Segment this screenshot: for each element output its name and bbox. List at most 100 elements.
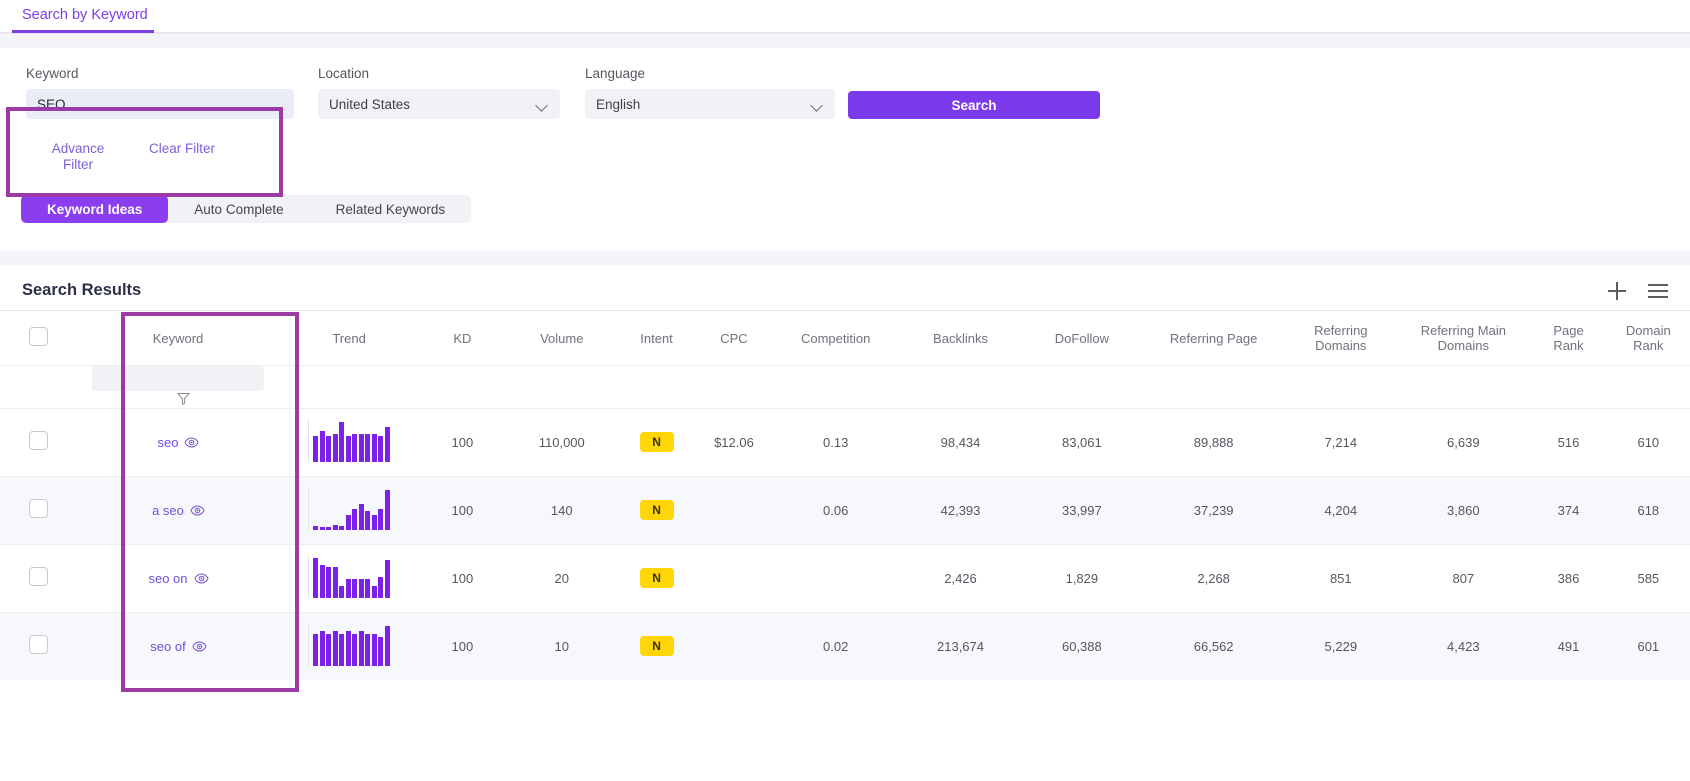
search-panel: Keyword SEO Location United States Langu…: [0, 48, 1690, 237]
header-keyword[interactable]: Keyword: [76, 311, 279, 366]
filter-links: Advance Filter Clear Filter: [0, 119, 1690, 173]
header-domain-rank[interactable]: Domain Rank: [1607, 311, 1690, 366]
header-page-rank-line1: Page: [1553, 323, 1584, 338]
keyword-link[interactable]: seo: [157, 434, 200, 450]
cell-competition: [772, 544, 899, 612]
header-kd[interactable]: KD: [418, 311, 506, 366]
results-header-actions: [1608, 281, 1668, 300]
cell-page-rank: 374: [1557, 502, 1580, 518]
header-intent[interactable]: Intent: [617, 311, 696, 366]
cell-keyword: seo of: [76, 612, 279, 680]
header-referring-main-domains[interactable]: Referring Main Domains: [1396, 311, 1530, 366]
cell-page-rank: 516: [1557, 434, 1580, 450]
cell-cpc: [696, 476, 772, 544]
cell-referring-domains: 5,229: [1324, 638, 1358, 654]
language-select[interactable]: English: [585, 89, 835, 119]
cell-referring-main-domains: 6,639: [1447, 434, 1480, 450]
location-select-value: United States: [329, 96, 411, 112]
keyword-field-group: Keyword SEO: [26, 66, 294, 119]
results-table: Keyword Trend KD Volume Intent CPC Compe…: [0, 311, 1690, 681]
header-page-rank[interactable]: Page Rank: [1530, 311, 1606, 366]
row-checkbox[interactable]: [28, 499, 48, 519]
keyword-input[interactable]: SEO: [26, 89, 294, 119]
advance-filter-link[interactable]: Advance Filter: [47, 141, 109, 173]
header-referring-domains-line2: Domains: [1315, 338, 1367, 353]
keyword-link[interactable]: seo on: [148, 571, 209, 586]
header-trend[interactable]: Trend: [280, 311, 419, 366]
header-referring-page[interactable]: Referring Page: [1142, 311, 1285, 366]
cell-backlinks: 213,674: [937, 638, 984, 654]
intent-badge: N: [639, 432, 674, 453]
tab-related-keywords[interactable]: Related Keywords: [310, 195, 472, 223]
eye-icon[interactable]: [184, 437, 200, 448]
cell-kd: 100: [451, 570, 474, 586]
tab-auto-complete[interactable]: Auto Complete: [168, 195, 309, 223]
cell-referring-page: 66,562: [1193, 638, 1234, 654]
cell-referring-page: 89,888: [1193, 434, 1234, 450]
cell-cpc: [696, 544, 772, 612]
cell-keyword: seo on: [76, 544, 279, 612]
cell-kd: 100: [451, 502, 474, 518]
tab-search-by-keyword[interactable]: Search by Keyword: [12, 0, 162, 33]
search-button[interactable]: Search: [848, 91, 1100, 119]
keyword-text: a seo: [152, 502, 184, 518]
table-row[interactable]: seo 100 110,000 N $12.06 0.13 98,434 83,061 89,8…: [0, 408, 1690, 476]
table-header-row: Keyword Trend KD Volume Intent CPC Compe…: [0, 311, 1690, 366]
header-volume[interactable]: Volume: [506, 311, 617, 366]
location-select[interactable]: United States: [318, 89, 560, 119]
header-referring-main-domains-line2: Domains: [1437, 338, 1489, 353]
cell-dofollow: 1,829: [1065, 570, 1099, 586]
table-row[interactable]: seo of 100 10 N 0.02 213,674 60,388 66,562 5,229…: [0, 612, 1690, 681]
keyword-input-value: SEO: [37, 96, 66, 112]
filter-cell-empty: [0, 366, 76, 409]
cell-kd: 100: [451, 434, 474, 450]
header-referring-domains[interactable]: Referring Domains: [1285, 311, 1396, 366]
column-filter-row: [0, 365, 1690, 409]
cell-referring-domains: 4,204: [1324, 502, 1358, 518]
top-spacer: [0, 34, 1690, 48]
cell-domain-rank: 610: [1637, 434, 1660, 450]
keyword-link[interactable]: a seo: [152, 502, 205, 518]
cell-volume: 10: [554, 638, 569, 654]
header-competition[interactable]: Competition: [772, 311, 899, 366]
keyword-filter-input[interactable]: [92, 366, 264, 391]
keyword-link[interactable]: seo of: [150, 639, 207, 654]
cell-competition: 0.06: [823, 502, 849, 518]
eye-icon[interactable]: [192, 641, 207, 652]
row-checkbox[interactable]: [28, 567, 48, 587]
table-row[interactable]: a seo 100 140 N 0.06 42,393 33,997 37,239 4,204 3…: [0, 476, 1690, 545]
cell-domain-rank: 618: [1637, 502, 1660, 518]
cell-domain-rank: 585: [1637, 570, 1660, 586]
top-tabstrip: Search by Keyword: [0, 0, 1690, 34]
keyword-text: seo: [157, 434, 179, 450]
location-label: Location: [318, 66, 370, 81]
trend-sparkline: [308, 555, 390, 598]
eye-icon[interactable]: [193, 573, 209, 584]
add-icon[interactable]: [1608, 281, 1626, 300]
tab-search-by-keyword-label: Search by Keyword: [22, 7, 148, 23]
intent-badge: N: [639, 500, 674, 521]
clear-filter-link[interactable]: Clear Filter: [149, 141, 215, 173]
trend-sparkline: [308, 487, 390, 530]
cell-referring-main-domains: 807: [1452, 570, 1475, 586]
intent-badge: N: [639, 568, 674, 589]
page-title: Search Results: [22, 281, 142, 299]
header-cpc[interactable]: CPC: [696, 311, 772, 366]
header-page-rank-line2: Rank: [1553, 338, 1584, 353]
header-backlinks[interactable]: Backlinks: [899, 311, 1022, 366]
header-dofollow[interactable]: DoFollow: [1022, 311, 1142, 366]
select-all-checkbox[interactable]: [28, 327, 48, 346]
cell-referring-main-domains: 3,860: [1447, 502, 1480, 518]
tab-keyword-ideas[interactable]: Keyword Ideas: [21, 195, 169, 223]
funnel-icon[interactable]: [176, 392, 190, 408]
cell-referring-domains: 7,214: [1324, 434, 1358, 450]
intent-badge: N: [639, 636, 674, 657]
row-checkbox[interactable]: [28, 635, 48, 655]
table-row[interactable]: seo on 100 20 N 2,426 1,829 2,268 851 807 386 585: [0, 544, 1690, 612]
row-checkbox[interactable]: [28, 431, 48, 451]
list-view-icon[interactable]: [1648, 283, 1668, 298]
row-select-cell: [0, 544, 76, 612]
cell-competition: 0.02: [823, 638, 849, 654]
header-referring-domains-line1: Referring: [1314, 323, 1368, 338]
eye-icon[interactable]: [190, 505, 205, 516]
